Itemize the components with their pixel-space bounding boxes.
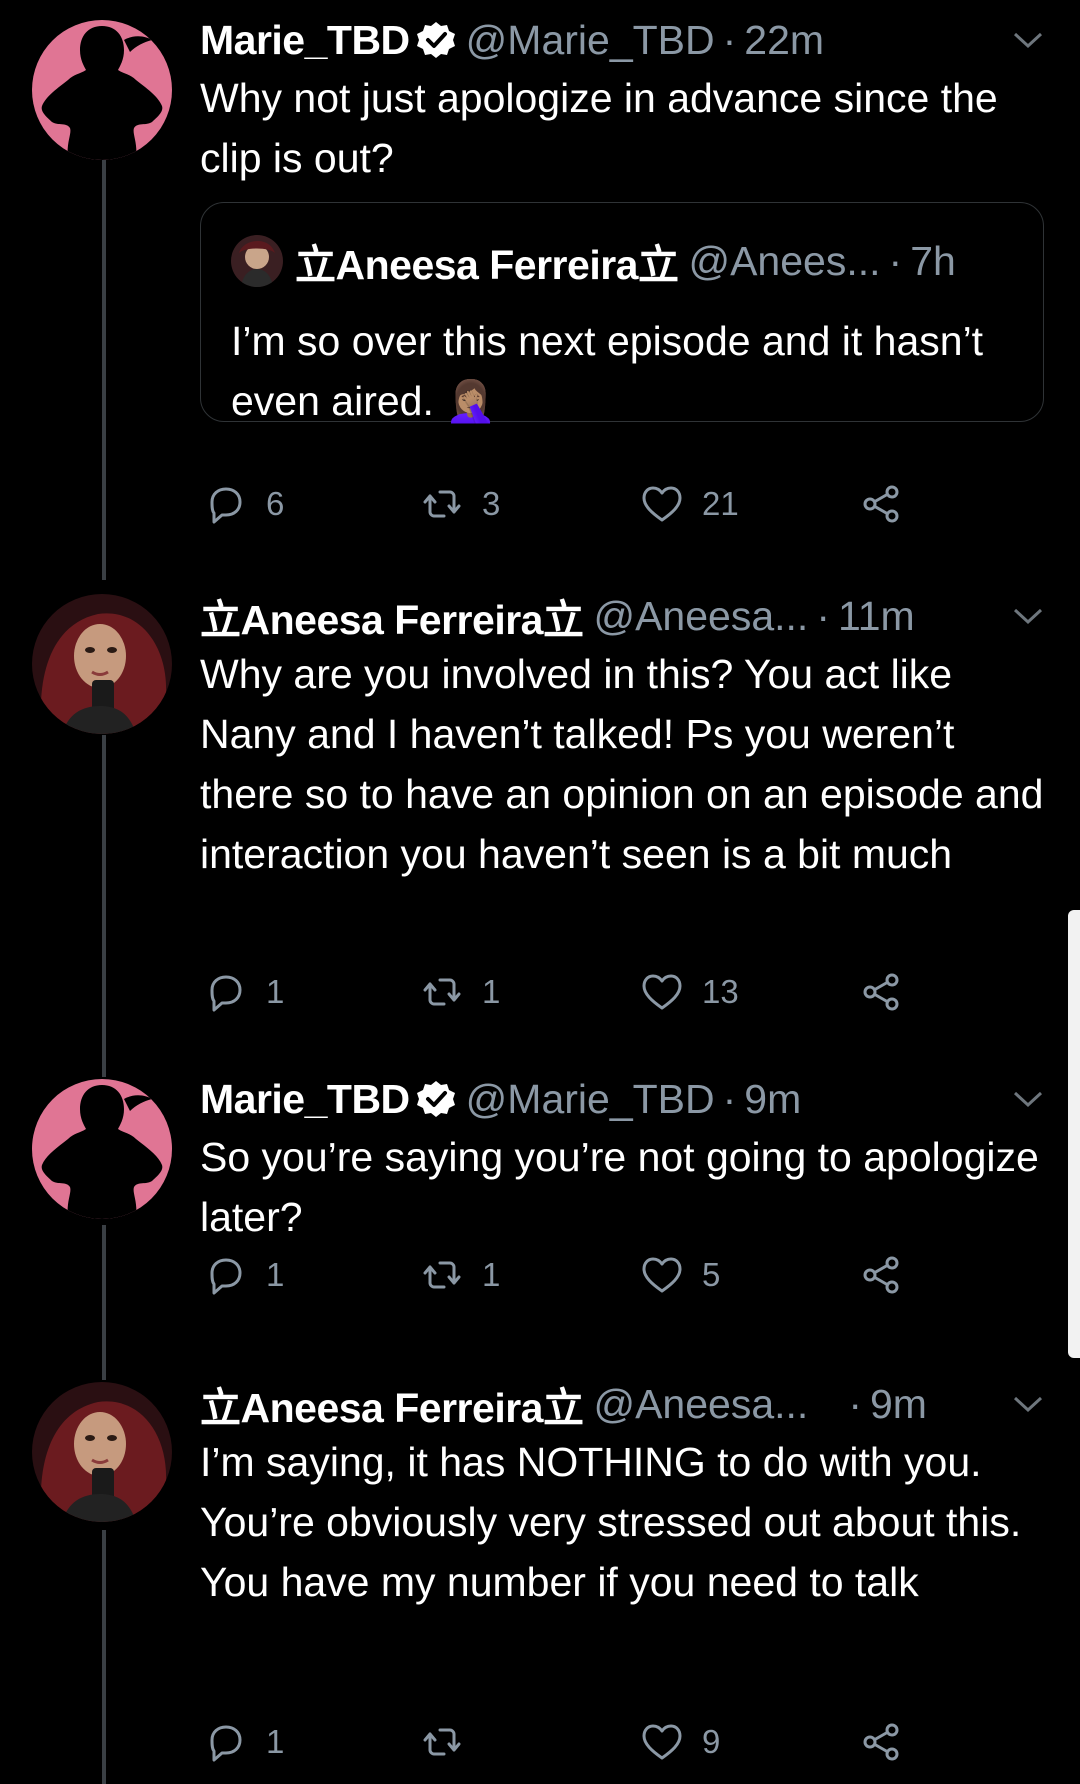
reply-count: 1 bbox=[266, 973, 285, 1010]
tweet-header: 立Aneesa Ferreira立 @Aneesa... · 11m bbox=[200, 588, 1056, 644]
profile-photo-icon bbox=[32, 594, 172, 734]
share-icon bbox=[863, 1256, 899, 1294]
like-count: 13 bbox=[702, 973, 739, 1010]
share-button[interactable] bbox=[860, 1720, 922, 1764]
retweet-button[interactable]: 3 bbox=[420, 482, 500, 526]
verified-badge-icon bbox=[416, 20, 456, 60]
chevron-down-icon[interactable] bbox=[1012, 1390, 1044, 1418]
like-count: 5 bbox=[702, 1256, 721, 1293]
retweet-count: 1 bbox=[482, 973, 501, 1010]
author-handle[interactable]: @Aneesa... bbox=[593, 593, 808, 640]
retweet-count: 3 bbox=[482, 485, 501, 522]
quoted-tweet[interactable]: 立Aneesa Ferreira立 @Anees... · 7h I’m so … bbox=[200, 202, 1044, 424]
separator: · bbox=[722, 1075, 737, 1122]
retweet-button[interactable]: 1 bbox=[420, 1253, 500, 1297]
retweet-icon bbox=[423, 490, 461, 518]
reply-count: 1 bbox=[266, 1723, 285, 1760]
quoted-tweet-text: I’m so over this next episode and it has… bbox=[231, 318, 984, 424]
separator: · bbox=[816, 592, 830, 639]
quoted-tweet-header: 立Aneesa Ferreira立 @Anees... · 7h bbox=[231, 231, 1023, 291]
profile-photo-icon bbox=[32, 1382, 172, 1522]
thread-connector bbox=[102, 735, 106, 1077]
reply-button[interactable]: 1 bbox=[204, 970, 284, 1014]
like-count: 21 bbox=[702, 485, 739, 522]
tweet-header: 立Aneesa Ferreira立 @Aneesa... · 9m bbox=[200, 1376, 1056, 1432]
heart-icon bbox=[642, 1257, 682, 1293]
retweet-icon bbox=[423, 978, 461, 1006]
tweet-text: I’m saying, it has NOTHING to do with yo… bbox=[200, 1439, 1022, 1605]
like-button[interactable]: 21 bbox=[640, 482, 739, 526]
author-name[interactable]: Marie_TBD bbox=[200, 1076, 410, 1123]
tweet-header: Marie_TBD @Marie_TBD · 9m bbox=[200, 1071, 1056, 1127]
share-button[interactable] bbox=[860, 970, 922, 1014]
share-icon bbox=[863, 485, 899, 523]
heart-icon bbox=[642, 974, 682, 1010]
author-name[interactable]: 立Aneesa Ferreira立 bbox=[200, 1374, 584, 1434]
like-count: 9 bbox=[702, 1723, 721, 1760]
share-button[interactable] bbox=[860, 482, 922, 526]
like-button[interactable]: 5 bbox=[640, 1253, 720, 1297]
chevron-down-icon[interactable] bbox=[1012, 1085, 1044, 1113]
tweet-text: Why not just apologize in advance since … bbox=[200, 75, 998, 181]
silhouette-avatar-icon bbox=[41, 26, 163, 160]
separator: · bbox=[722, 16, 737, 63]
timestamp[interactable]: 11m bbox=[838, 593, 915, 640]
avatar[interactable] bbox=[32, 1079, 172, 1219]
reply-button[interactable]: 1 bbox=[204, 1720, 284, 1764]
retweet-icon bbox=[423, 1261, 461, 1289]
reply-icon bbox=[210, 487, 242, 524]
share-icon bbox=[863, 1723, 899, 1761]
reply-icon bbox=[210, 975, 242, 1012]
author-handle[interactable]: @Marie_TBD bbox=[466, 1076, 715, 1123]
heart-icon bbox=[642, 486, 682, 522]
heart-icon bbox=[642, 1724, 682, 1760]
chevron-down-icon[interactable] bbox=[1012, 26, 1044, 54]
timestamp: 7h bbox=[910, 237, 956, 284]
tweet-header: Marie_TBD @Marie_TBD · 22m bbox=[200, 12, 1056, 68]
reply-button[interactable]: 1 bbox=[204, 1253, 284, 1297]
thread-connector bbox=[102, 1530, 106, 1784]
author-name[interactable]: 立Aneesa Ferreira立 bbox=[200, 586, 584, 646]
share-button[interactable] bbox=[860, 1253, 922, 1297]
chevron-down-icon[interactable] bbox=[1012, 602, 1044, 630]
avatar[interactable] bbox=[32, 20, 172, 160]
share-icon bbox=[863, 973, 899, 1011]
tweet-text: Why are you involved in this? You act li… bbox=[200, 651, 1044, 877]
like-button[interactable]: 13 bbox=[640, 970, 739, 1014]
author-handle[interactable]: @Marie_TBD bbox=[466, 17, 715, 64]
separator: · bbox=[848, 1380, 862, 1427]
tweet-actions: 1 1 5 bbox=[200, 1253, 1040, 1307]
timestamp[interactable]: 9m bbox=[870, 1381, 927, 1428]
reply-button[interactable]: 6 bbox=[204, 482, 284, 526]
retweet-button[interactable]: 1 bbox=[420, 970, 500, 1014]
retweet-icon bbox=[423, 1728, 461, 1756]
retweet-count: 1 bbox=[482, 1256, 501, 1293]
avatar[interactable] bbox=[32, 1382, 172, 1522]
reply-icon bbox=[210, 1258, 242, 1295]
timestamp[interactable]: 22m bbox=[744, 17, 824, 64]
avatar[interactable] bbox=[32, 594, 172, 734]
like-button[interactable]: 9 bbox=[640, 1720, 720, 1764]
thread-connector bbox=[102, 160, 106, 580]
tweet-actions: 1 9 bbox=[200, 1720, 1040, 1774]
reply-count: 6 bbox=[266, 485, 285, 522]
silhouette-avatar-icon bbox=[41, 1085, 163, 1219]
tweet-actions: 6 3 21 bbox=[200, 482, 1040, 536]
author-name[interactable]: Marie_TBD bbox=[200, 17, 410, 64]
author-handle[interactable]: @Aneesa... bbox=[593, 1381, 808, 1428]
reply-icon bbox=[210, 1725, 242, 1762]
separator: · bbox=[888, 237, 903, 284]
author-handle[interactable]: @Anees... bbox=[688, 238, 880, 285]
tweet-actions: 1 1 13 bbox=[200, 970, 1040, 1024]
tweet-text: So you’re saying you’re not going to apo… bbox=[200, 1134, 1039, 1240]
author-name[interactable]: 立Aneesa Ferreira立 bbox=[295, 231, 679, 291]
reply-count: 1 bbox=[266, 1256, 285, 1293]
retweet-button[interactable] bbox=[420, 1720, 482, 1764]
thread-connector bbox=[102, 1225, 106, 1380]
timestamp[interactable]: 9m bbox=[744, 1076, 801, 1123]
verified-badge-icon bbox=[416, 1079, 456, 1119]
avatar bbox=[231, 235, 283, 287]
scrollbar-thumb[interactable] bbox=[1068, 910, 1080, 1358]
